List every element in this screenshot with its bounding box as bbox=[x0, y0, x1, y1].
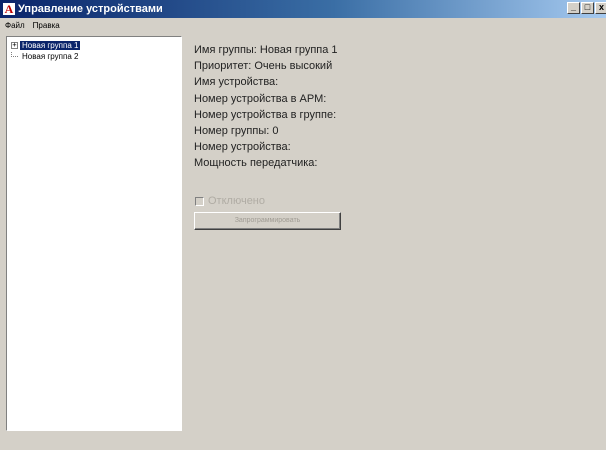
menu-file[interactable]: Файл bbox=[2, 21, 28, 30]
transmitter-power-label: Мощность передатчика: bbox=[194, 157, 318, 170]
group-tree[interactable]: + Новая группа 1 Новая группа 2 bbox=[6, 36, 182, 431]
device-number-in-group-label: Номер устройства в группе: bbox=[194, 108, 337, 121]
group-details-panel: Имя группы: Новая группа 1 Приоритет: Оч… bbox=[194, 42, 338, 172]
tree-item-group-1[interactable]: + Новая группа 1 bbox=[11, 40, 81, 51]
tree-item-label[interactable]: Новая группа 2 bbox=[20, 52, 80, 61]
close-button[interactable]: x bbox=[595, 2, 606, 14]
expand-plus-icon[interactable]: + bbox=[11, 42, 18, 49]
window-controls: _ □ x bbox=[567, 2, 606, 14]
title-bar[interactable]: A Управление устройствами _ □ x bbox=[0, 0, 606, 18]
device-number-arm-label: Номер устройства в АРМ: bbox=[194, 92, 327, 105]
priority-label: Приоритет: Очень высокий bbox=[194, 60, 333, 73]
app-icon: A bbox=[3, 2, 15, 16]
tree-item-group-2[interactable]: Новая группа 2 bbox=[11, 51, 80, 62]
program-button[interactable]: Запрограммировать bbox=[194, 212, 341, 230]
disabled-checkbox-label: Отключено bbox=[208, 195, 265, 207]
tree-connector-line bbox=[11, 51, 18, 57]
disabled-checkbox[interactable]: Отключено bbox=[195, 195, 265, 207]
menu-bar: Файл Правка bbox=[0, 18, 606, 32]
device-number-label: Номер устройства: bbox=[194, 141, 291, 154]
checkbox-box[interactable] bbox=[195, 196, 204, 206]
menu-edit[interactable]: Правка bbox=[30, 21, 63, 30]
window-title: Управление устройствами bbox=[18, 3, 163, 15]
group-name-label: Имя группы: Новая группа 1 bbox=[194, 44, 338, 56]
minimize-button[interactable]: _ bbox=[567, 2, 580, 14]
tree-item-label[interactable]: Новая группа 1 bbox=[20, 41, 81, 50]
device-name-label: Имя устройства: bbox=[194, 76, 279, 89]
maximize-button[interactable]: □ bbox=[581, 2, 594, 14]
group-number-label: Номер группы: 0 bbox=[194, 124, 279, 137]
